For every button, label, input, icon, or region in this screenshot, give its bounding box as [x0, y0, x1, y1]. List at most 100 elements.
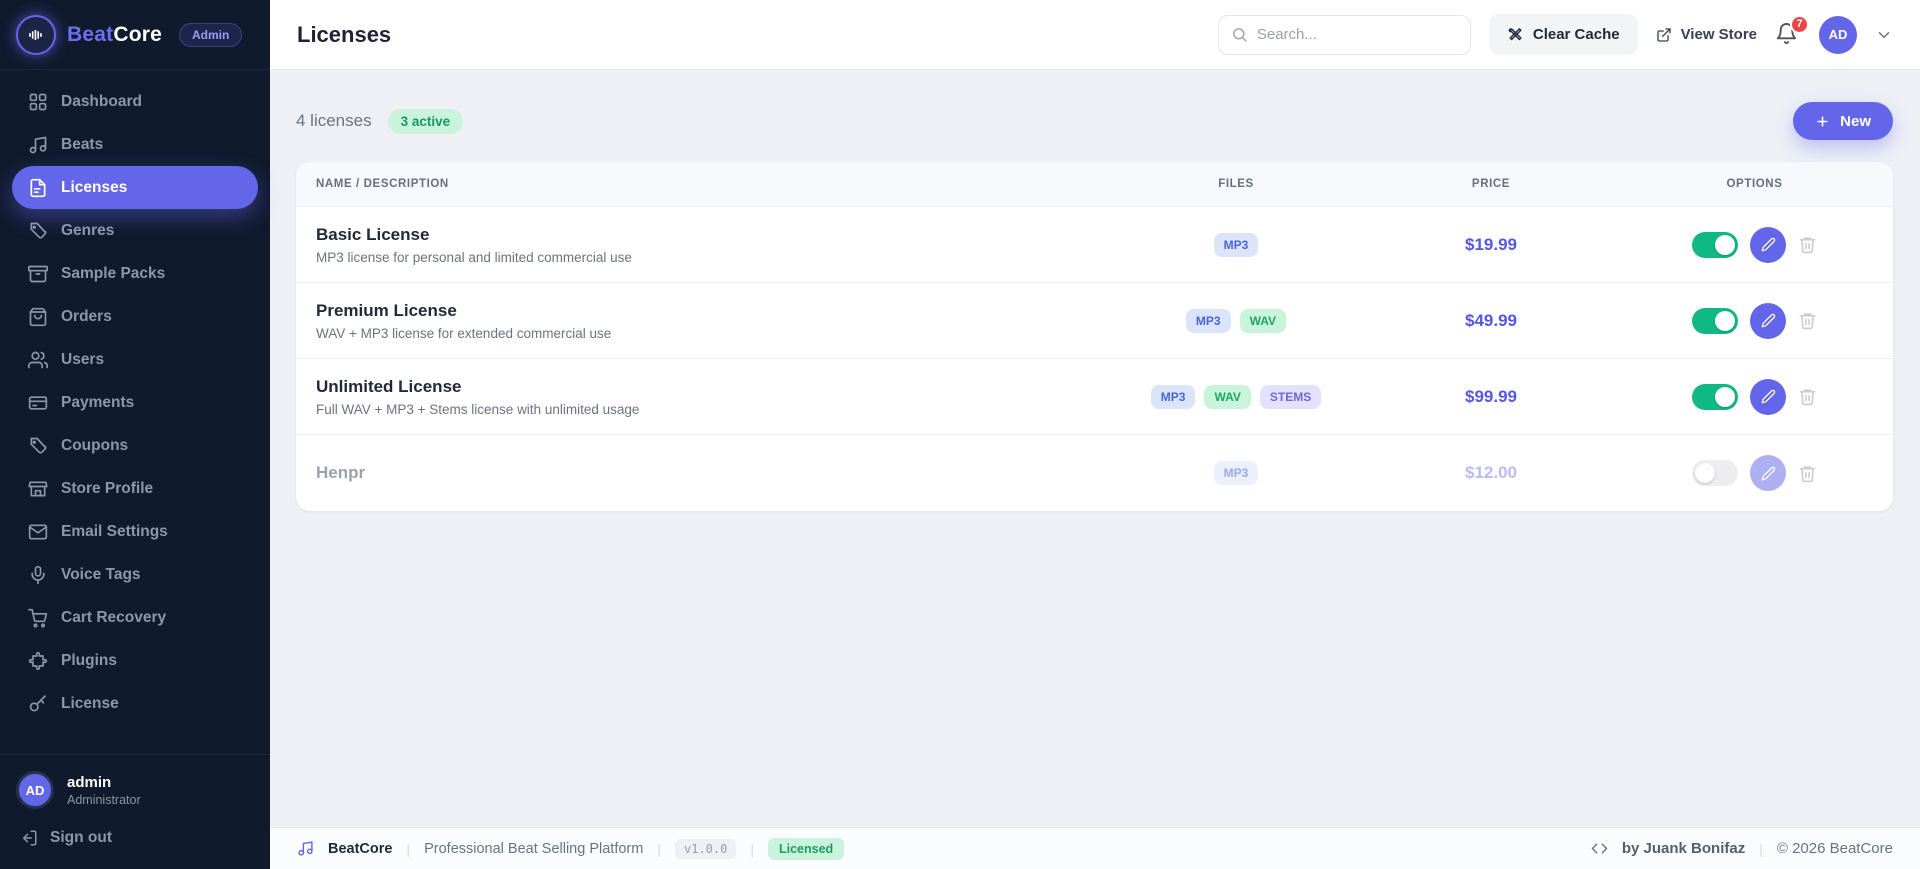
tag-icon [30, 222, 47, 239]
sidebar-item-label: Beats [61, 135, 104, 153]
column-name-description: Name / Description [316, 178, 449, 190]
sidebar-item-cart-recovery[interactable]: Cart Recovery [12, 596, 258, 639]
sidebar-item-payments[interactable]: Payments [12, 381, 258, 424]
delete-button[interactable] [1798, 311, 1817, 330]
sidebar-item-label: Coupons [61, 436, 129, 454]
column-files: Files [1218, 178, 1254, 190]
header-avatar[interactable]: AD [1819, 15, 1857, 54]
edit-button[interactable] [1750, 302, 1786, 339]
credit-card-icon [28, 395, 48, 410]
column-price: Price [1471, 178, 1511, 190]
sidebar-user-section: AD admin Administrator Sign out [0, 754, 270, 869]
sidebar-item-label: Cart Recovery [61, 608, 167, 626]
license-name: Basic License [316, 224, 430, 244]
sidebar-item-label: Dashboard [61, 92, 142, 110]
list-toolbar: 4 licenses 3 active New [296, 102, 1893, 140]
sidebar-item-label: License [61, 694, 119, 712]
sidebar-item-label: Email Settings [61, 522, 168, 540]
sidebar-item-label: Voice Tags [61, 565, 141, 583]
sidebar-item-licenses[interactable]: Licenses [12, 166, 258, 209]
file-badge-mp3: MP3 [1150, 384, 1196, 409]
enabled-toggle[interactable] [1692, 460, 1738, 486]
puzzle-icon [28, 651, 48, 670]
version-badge: v1.0.0 [674, 838, 737, 859]
notifications-button[interactable]: 7 [1775, 14, 1809, 48]
sign-out-button[interactable]: Sign out [16, 821, 254, 855]
file-badge-mp3: MP3 [1185, 308, 1231, 333]
sidebar-item-label: Orders [61, 307, 112, 325]
delete-button[interactable] [1798, 464, 1817, 483]
licenses-table: Name / Description Files Price Options B… [296, 162, 1893, 511]
search-icon [1232, 28, 1247, 42]
main-area: Licenses Clear Cache View Store 7 [270, 0, 1920, 869]
chevron-down-icon[interactable] [1875, 26, 1893, 44]
sidebar-item-sample-packs[interactable]: Sample Packs [12, 252, 258, 295]
license-name: Unlimited License [316, 376, 462, 396]
enabled-toggle[interactable] [1692, 307, 1738, 334]
file-badge-mp3: MP3 [1213, 232, 1259, 257]
sidebar-item-store-profile[interactable]: Store Profile [12, 467, 258, 510]
license-price: $12.00 [1465, 463, 1517, 482]
brand-header: BeatCore Admin [0, 0, 270, 70]
column-options: Options [1726, 178, 1783, 190]
enabled-toggle[interactable] [1692, 383, 1738, 410]
license-price: $49.99 [1465, 310, 1517, 330]
sidebar-item-users[interactable]: Users [12, 338, 258, 381]
trash-icon [1799, 313, 1816, 330]
search-input[interactable] [1256, 26, 1458, 43]
table-row: Premium License WAV + MP3 license for ex… [296, 283, 1893, 359]
license-price: $99.99 [1465, 386, 1517, 406]
edit-button[interactable] [1750, 378, 1786, 415]
sidebar-item-voice-tags[interactable]: Voice Tags [12, 553, 258, 596]
trash-icon [1799, 465, 1816, 482]
trash-icon [1799, 237, 1816, 254]
search-box[interactable] [1217, 14, 1471, 55]
app-root: BeatCore Admin Dashboard Beats Licenses … [0, 0, 1920, 869]
licensed-badge: Licensed [767, 837, 845, 860]
license-price: $19.99 [1465, 234, 1517, 254]
shopping-cart-icon [28, 608, 48, 628]
sidebar-item-coupons[interactable]: Coupons [12, 424, 258, 467]
dashboard-grid-icon [29, 93, 47, 110]
footer-copyright: © 2026 BeatCore [1776, 840, 1893, 857]
tools-icon [1508, 28, 1522, 41]
user-name: admin [67, 773, 112, 791]
external-link-icon [1656, 27, 1671, 42]
file-text-icon [30, 178, 46, 197]
license-description: WAV + MP3 license for extended commercia… [316, 325, 612, 341]
file-badge-stems: STEMS [1259, 384, 1322, 409]
sidebar-item-label: Plugins [61, 651, 117, 669]
sidebar-item-genres[interactable]: Genres [12, 209, 258, 252]
sidebar-item-license[interactable]: License [12, 682, 258, 725]
footer: BeatCore | Professional Beat Selling Pla… [270, 827, 1920, 869]
sidebar-item-label: Sample Packs [61, 264, 166, 282]
view-store-button[interactable]: View Store [1656, 26, 1757, 43]
sidebar-item-label: Users [61, 350, 105, 368]
clear-cache-button[interactable]: Clear Cache [1488, 14, 1638, 55]
sidebar-item-plugins[interactable]: Plugins [12, 639, 258, 682]
pencil-icon [1761, 466, 1775, 480]
table-row: Basic License MP3 license for personal a… [296, 207, 1893, 283]
file-badge-wav: WAV [1204, 384, 1251, 409]
music-note-icon [29, 136, 47, 153]
microphone-icon [31, 565, 45, 584]
delete-button[interactable] [1798, 235, 1817, 254]
admin-role-badge: Admin [178, 22, 243, 47]
sidebar-item-label: Licenses [61, 178, 128, 196]
box-icon [28, 265, 48, 282]
sidebar-item-dashboard[interactable]: Dashboard [12, 80, 258, 123]
edit-button[interactable] [1750, 226, 1786, 263]
shopping-bag-icon [29, 307, 47, 326]
sidebar-item-orders[interactable]: Orders [12, 295, 258, 338]
code-icon [1591, 843, 1608, 854]
users-icon [28, 351, 48, 368]
delete-button[interactable] [1798, 387, 1817, 406]
sidebar-item-beats[interactable]: Beats [12, 123, 258, 166]
enabled-toggle[interactable] [1692, 231, 1738, 258]
edit-button[interactable] [1750, 455, 1786, 491]
license-name: Premium License [316, 300, 457, 320]
new-license-button[interactable]: New [1793, 102, 1893, 140]
sidebar-item-email-settings[interactable]: Email Settings [12, 510, 258, 553]
active-count-badge: 3 active [387, 108, 464, 134]
file-badge-wav: WAV [1239, 308, 1287, 333]
